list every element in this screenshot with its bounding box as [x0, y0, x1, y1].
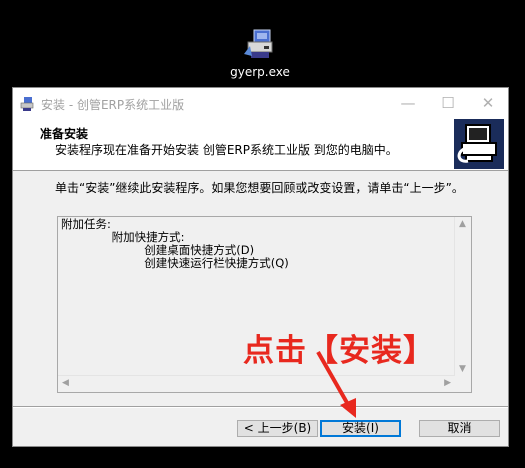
scroll-up-icon[interactable]: ▲: [459, 219, 466, 229]
annotation-arrow-icon: [316, 351, 356, 418]
wizard-header: 准备安装 安装程序现在准备开始安装 创管ERP系统工业版 到您的电脑中。: [13, 119, 508, 171]
memo-line: 创建快速运行栏快捷方式(Q): [115, 256, 289, 270]
installer-window: 安装 - 创管ERP系统工业版 — ☐ ✕ 准备安装 安装程序现在准备开始安装 …: [12, 87, 509, 447]
instruction-text: 单击“安装”继续此安装程序。如果您想要回顾或改变设置，请单击“上一步”。: [55, 181, 464, 195]
scroll-left-icon[interactable]: ◀: [62, 378, 69, 388]
installer-exe-icon: [240, 26, 280, 62]
footer-divider: [13, 406, 508, 408]
setup-app-icon: [19, 96, 35, 112]
desktop-file-gyerp[interactable]: gyerp.exe: [220, 26, 300, 79]
cancel-button[interactable]: 取消: [419, 420, 500, 437]
install-button[interactable]: 安装(I): [320, 420, 401, 437]
minimize-button[interactable]: —: [388, 88, 428, 118]
back-button[interactable]: < 上一步(B): [237, 420, 318, 437]
setup-logo-icon: [454, 119, 504, 169]
window-title: 安装 - 创管ERP系统工业版: [41, 98, 185, 112]
desktop-icon-label: gyerp.exe: [230, 65, 290, 79]
title-bar[interactable]: 安装 - 创管ERP系统工业版 — ☐ ✕: [13, 88, 508, 120]
page-title: 准备安装: [40, 127, 89, 141]
scroll-down-icon[interactable]: ▼: [459, 364, 466, 374]
page-subtitle: 安装程序现在准备开始安装 创管ERP系统工业版 到您的电脑中。: [55, 143, 398, 157]
close-button[interactable]: ✕: [468, 88, 508, 118]
scroll-right-icon[interactable]: ▶: [444, 378, 451, 388]
horizontal-scrollbar[interactable]: ◀ ▶: [58, 375, 455, 392]
maximize-button[interactable]: ☐: [428, 88, 468, 118]
vertical-scrollbar[interactable]: ▲ ▼: [454, 217, 471, 376]
memo-content: 附加任务: 附加快捷方式: 创建桌面快捷方式(D) 创建快速运行栏快捷方式(Q): [61, 218, 289, 270]
